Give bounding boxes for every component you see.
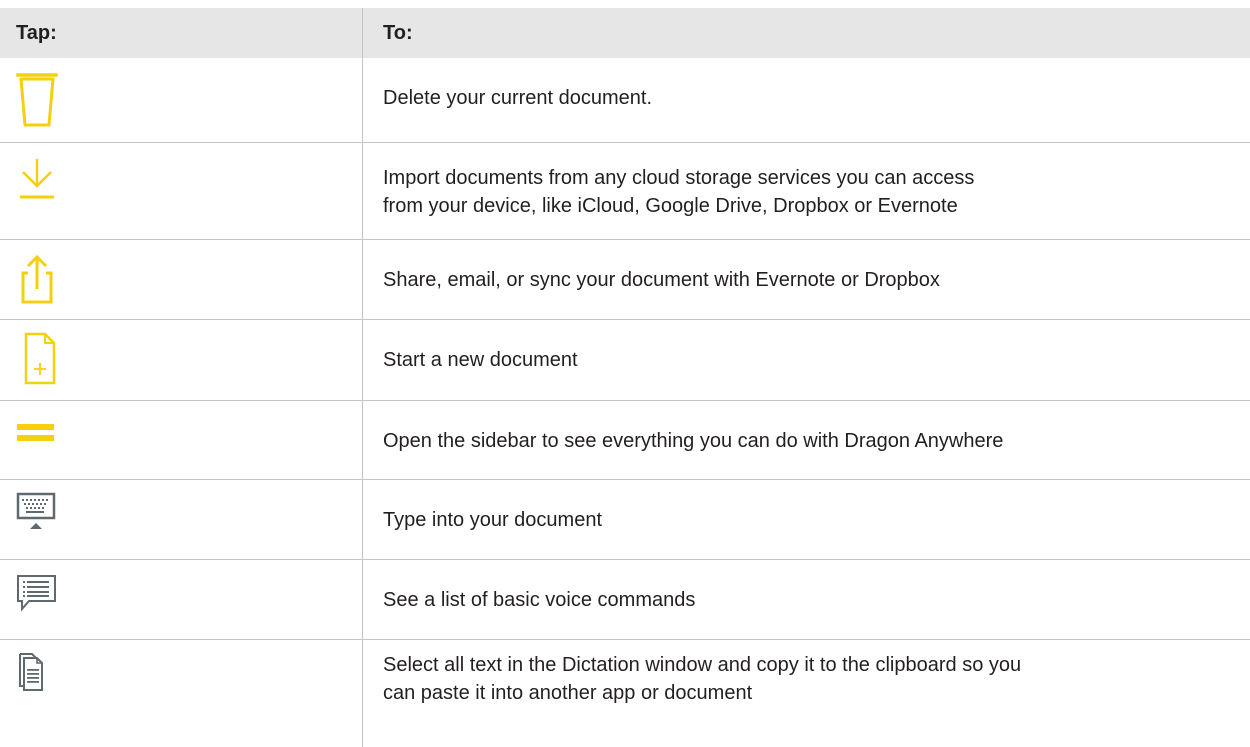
keyboard-icon xyxy=(16,492,76,552)
row-desc: See a list of basic voice commands xyxy=(383,586,695,614)
column-divider xyxy=(362,8,363,747)
row-desc: Open the sidebar to see everything you c… xyxy=(383,427,1003,455)
row-desc-line: Open the sidebar to see everything you c… xyxy=(383,430,1004,452)
row-desc: Type into your document xyxy=(383,506,602,534)
row-desc-line: Start a new document xyxy=(383,349,578,371)
voice-commands-list-icon xyxy=(16,574,76,634)
table-header xyxy=(0,8,1250,58)
row-desc-line: can paste it into another app or documen… xyxy=(383,682,753,704)
commands-table: Tap: To: Delete your current document. I… xyxy=(0,0,1250,747)
table-row: Open the sidebar to see everything you c… xyxy=(0,401,1250,480)
table-row: Start a new document xyxy=(0,320,1250,401)
menu-icon xyxy=(16,415,76,475)
table-row: Import documents from any cloud storage … xyxy=(0,143,1250,240)
row-desc-line: See a list of basic voice commands xyxy=(383,589,696,611)
share-icon xyxy=(16,251,76,311)
table-row: Share, email, or sync your document with… xyxy=(0,240,1250,320)
row-desc: Select all text in the Dictation window … xyxy=(383,651,1021,707)
row-desc-line: Share, email, or sync your document with… xyxy=(383,269,940,291)
table-row: Delete your current document. xyxy=(0,58,1250,143)
row-desc: Share, email, or sync your document with… xyxy=(383,266,940,294)
table-row: See a list of basic voice commands xyxy=(0,560,1250,640)
import-download-icon xyxy=(16,157,76,217)
header-to: To: xyxy=(383,22,413,44)
copy-all-icon xyxy=(16,652,76,712)
table-row: Select all text in the Dictation window … xyxy=(0,640,1250,747)
row-desc-line: Import documents from any cloud storage … xyxy=(383,167,975,189)
new-document-icon xyxy=(16,330,76,390)
row-desc-line: Type into your document xyxy=(383,509,603,531)
header-tap: Tap: xyxy=(16,22,57,44)
row-desc-line: from your device, like iCloud, Google Dr… xyxy=(383,195,958,217)
row-desc: Import documents from any cloud storage … xyxy=(383,164,974,220)
row-desc-line: Delete your current document. xyxy=(383,87,653,109)
table-row: Type into your document xyxy=(0,480,1250,560)
row-desc: Delete your current document. xyxy=(383,84,652,112)
row-desc-line: Select all text in the Dictation window … xyxy=(383,654,1022,676)
row-desc: Start a new document xyxy=(383,346,578,374)
trash-icon xyxy=(16,71,76,131)
